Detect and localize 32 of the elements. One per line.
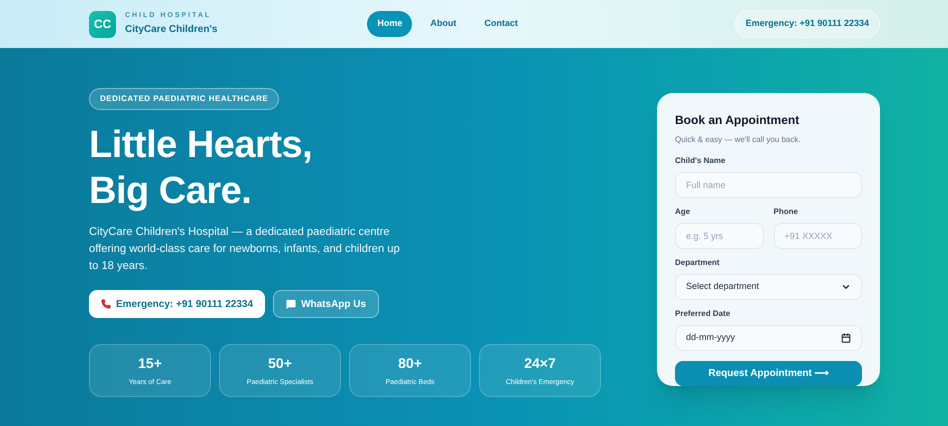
hero-badge: DEDICATED PAEDIATRIC HEALTHCARE [89,88,280,110]
field-label: Age [675,206,692,218]
field-label: Phone [774,206,799,218]
nav-link[interactable]: Contact [474,11,528,37]
field-label: Child's Name [675,155,726,167]
emergency-call-button[interactable]: Emergency: +91 90111 22334 [89,290,266,318]
form-subtitle: Quick & easy — we'll call you back. [675,134,802,146]
nav-link[interactable]: About [420,11,466,37]
text-field[interactable]: +91 XXXXX [774,223,862,249]
phone-icon [101,299,111,309]
stat-value: 15+ [138,354,162,373]
nav-link[interactable]: Home [367,11,412,37]
calendar-icon [841,333,851,343]
department-select[interactable]: Select department [675,274,862,300]
stat-value: 24×7 [524,354,556,373]
text-field[interactable]: e.g. 5 yrs [675,223,764,249]
whatsapp-button[interactable]: WhatsApp Us [273,290,380,318]
logo-badge: CC [89,10,116,38]
stat-value: 80+ [398,354,422,373]
field-label: Department [675,257,720,269]
hero-title: Little Hearts, Big Care. [89,123,314,214]
submit-button[interactable]: Request Appointment ⟶ [675,361,862,386]
form-title: Book an Appointment [675,112,800,129]
date-field[interactable]: dd-mm-yyyy [675,325,862,351]
chevron-down-icon [841,282,851,292]
brand-name: CityCare Children's [125,22,218,37]
emergency-pill[interactable]: Emergency: +91 90111 22334 [734,10,880,38]
stat-value: 50+ [268,354,292,373]
field-label: Preferred Date [675,308,732,320]
hero-description: CityCare Children's Hospital — a dedicated paediatric centre offering world-class care for newborns, infants, and children up to 18 years. [89,225,401,274]
chat-icon [286,299,296,309]
text-field[interactable]: Full name [675,172,862,198]
